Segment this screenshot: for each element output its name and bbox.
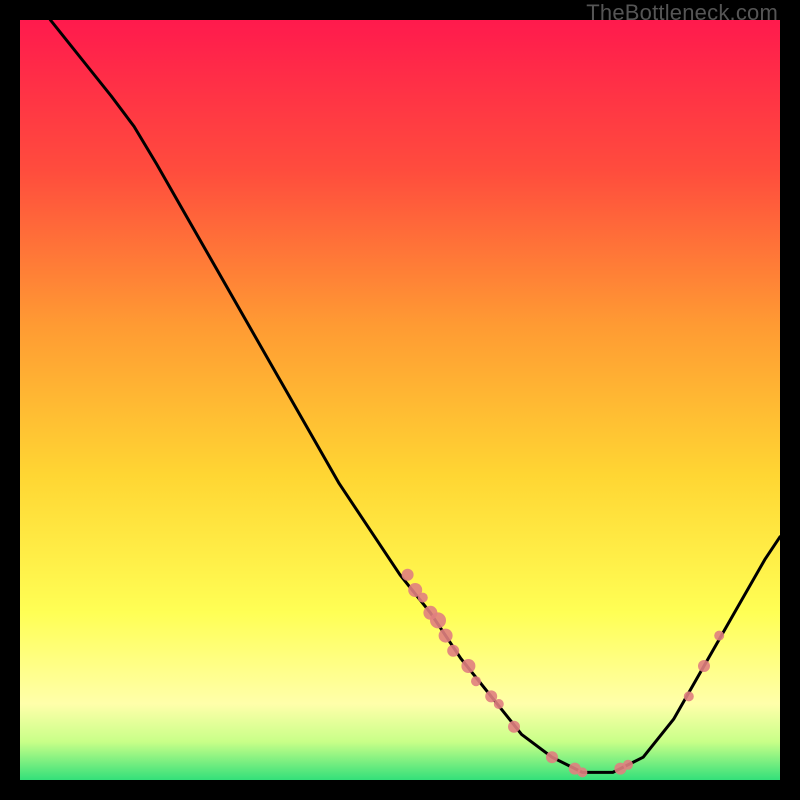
- data-point: [494, 699, 504, 709]
- chart-svg: [20, 20, 780, 780]
- data-point: [447, 645, 459, 657]
- data-point: [439, 629, 453, 643]
- data-point: [714, 631, 724, 641]
- data-point: [430, 612, 446, 628]
- data-point: [698, 660, 710, 672]
- data-point: [418, 593, 428, 603]
- data-point: [684, 691, 694, 701]
- data-point: [623, 760, 633, 770]
- chart-frame: [20, 20, 780, 780]
- data-point: [402, 569, 414, 581]
- data-point: [471, 676, 481, 686]
- data-point: [577, 767, 587, 777]
- chart-background: [20, 20, 780, 780]
- data-point: [546, 751, 558, 763]
- data-point: [508, 721, 520, 733]
- data-point: [461, 659, 475, 673]
